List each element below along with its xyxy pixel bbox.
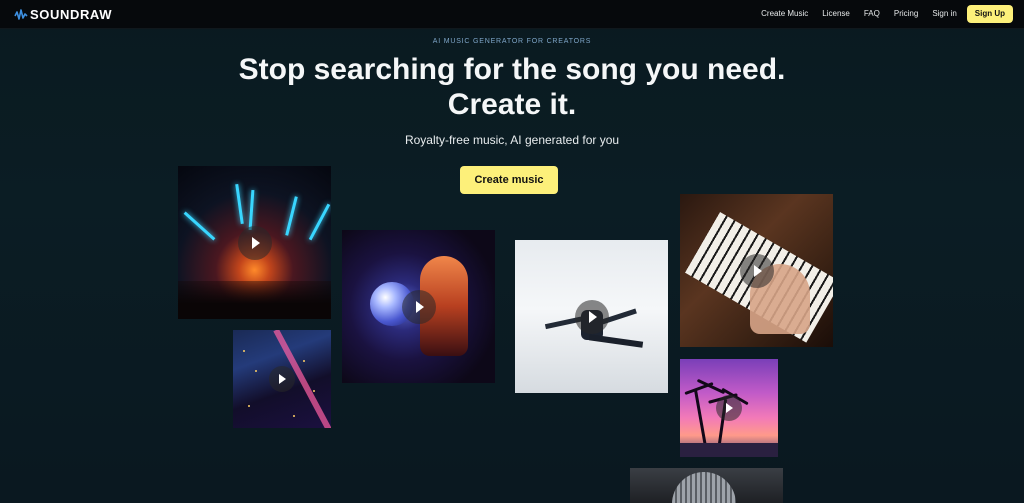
microphone <box>672 472 736 503</box>
tile-microphone[interactable] <box>630 468 783 503</box>
city-light <box>255 370 257 372</box>
tile-disco-ball[interactable] <box>342 230 495 383</box>
play-icon[interactable] <box>401 289 436 324</box>
play-icon[interactable] <box>716 395 742 421</box>
light-beam <box>308 203 331 241</box>
ground <box>680 443 778 457</box>
tile-city-night[interactable] <box>233 330 331 428</box>
nav-faq[interactable]: FAQ <box>864 5 880 23</box>
city-light <box>248 405 250 407</box>
dancer-leg <box>588 334 644 348</box>
play-icon[interactable] <box>574 299 609 334</box>
light-beam <box>235 183 244 225</box>
create-music-button[interactable]: Create music <box>460 166 558 194</box>
headline-line-1: Stop searching for the song you need. <box>238 53 786 86</box>
light-beam <box>248 189 255 231</box>
tile-dancer[interactable] <box>515 240 668 393</box>
light-beam <box>183 211 216 241</box>
tile-concert-lights[interactable] <box>178 166 331 319</box>
nav-license[interactable]: License <box>822 5 850 23</box>
brand-logo[interactable]: SOUNDRAW <box>14 7 112 22</box>
crowd-silhouette <box>178 281 331 319</box>
hero-headline: Stop searching for the song you need. Cr… <box>0 52 1024 122</box>
nav-links: Create Music License FAQ Pricing Sign in… <box>747 5 1013 23</box>
city-light <box>303 360 305 362</box>
hero-eyebrow: AI MUSIC GENERATOR FOR CREATORS <box>432 38 592 45</box>
nav-pricing[interactable]: Pricing <box>894 5 918 23</box>
soundwave-icon <box>14 8 28 20</box>
sign-up-button[interactable]: Sign Up <box>966 5 1013 23</box>
play-icon[interactable] <box>739 253 774 288</box>
tile-piano[interactable] <box>680 194 833 347</box>
nav-sign-in[interactable]: Sign in <box>932 5 956 23</box>
light-beam <box>285 196 298 236</box>
city-light <box>313 390 315 392</box>
nav-create-music[interactable]: Create Music <box>761 5 808 23</box>
headline-line-2: Create it. <box>447 88 577 121</box>
play-icon[interactable] <box>269 366 295 392</box>
play-icon[interactable] <box>237 225 272 260</box>
city-light <box>293 415 295 417</box>
city-light <box>243 350 245 352</box>
hero-subhead: Royalty-free music, AI generated for you <box>404 133 620 147</box>
top-navbar: SOUNDRAW Create Music License FAQ Pricin… <box>0 0 1024 29</box>
brand-name: SOUNDRAW <box>30 7 113 22</box>
tile-palm-sunset[interactable] <box>680 359 778 457</box>
